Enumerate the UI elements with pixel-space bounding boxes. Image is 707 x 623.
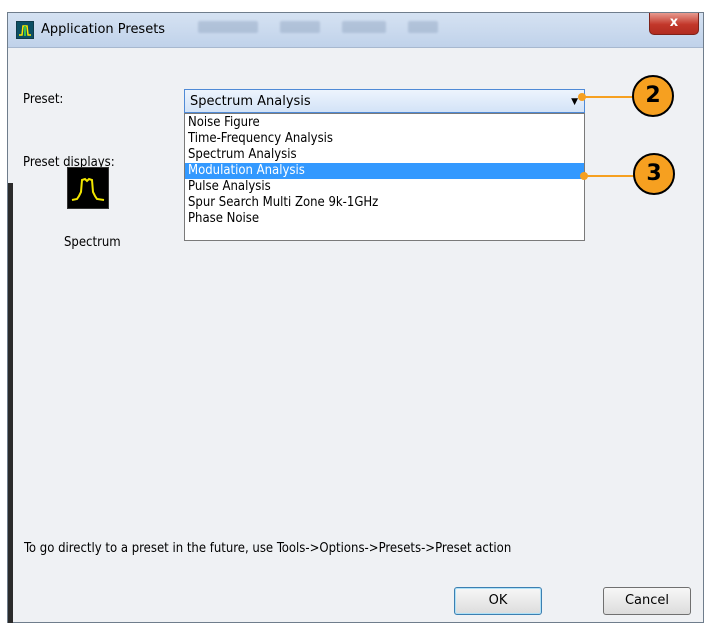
callout-3-badge: 3 bbox=[633, 153, 675, 195]
callout-3-line bbox=[582, 175, 637, 177]
list-item-selected[interactable]: Modulation Analysis bbox=[185, 163, 584, 179]
chevron-down-icon[interactable]: ▼ bbox=[571, 97, 578, 107]
callout-2-badge: 2 bbox=[632, 75, 674, 117]
ok-button[interactable]: OK bbox=[454, 587, 542, 615]
callout-2-dot bbox=[578, 93, 586, 101]
cancel-button[interactable]: Cancel bbox=[603, 587, 691, 615]
list-item[interactable]: Noise Figure bbox=[185, 115, 584, 131]
title-bar[interactable]: Application Presets x bbox=[8, 13, 703, 48]
background-window-edge bbox=[8, 183, 13, 623]
close-button[interactable]: x bbox=[649, 13, 699, 35]
preset-label: Preset: bbox=[23, 92, 64, 107]
background-menu-ghost bbox=[198, 21, 498, 37]
preset-dropdown[interactable]: Spectrum Analysis ▼ bbox=[184, 89, 585, 113]
list-item[interactable]: Pulse Analysis bbox=[185, 179, 584, 195]
list-item[interactable]: Spur Search Multi Zone 9k-1GHz bbox=[185, 195, 584, 211]
list-item[interactable]: Spectrum Analysis bbox=[185, 147, 584, 163]
spectrum-trace-icon bbox=[67, 167, 109, 209]
callout-3-dot bbox=[580, 172, 588, 180]
app-icon bbox=[16, 21, 34, 39]
callout-2-line bbox=[579, 96, 635, 98]
preset-options-list[interactable]: Noise Figure Time-Frequency Analysis Spe… bbox=[184, 113, 585, 241]
application-presets-dialog: Application Presets x Preset: Spectrum A… bbox=[7, 12, 704, 623]
list-item[interactable]: Phase Noise bbox=[185, 211, 584, 227]
hint-text: To go directly to a preset in the future… bbox=[24, 541, 512, 556]
preset-display-label: Spectrum bbox=[64, 235, 121, 250]
preset-dropdown-value: Spectrum Analysis bbox=[190, 94, 311, 109]
window-title: Application Presets bbox=[41, 22, 166, 37]
list-item[interactable]: Time-Frequency Analysis bbox=[185, 131, 584, 147]
